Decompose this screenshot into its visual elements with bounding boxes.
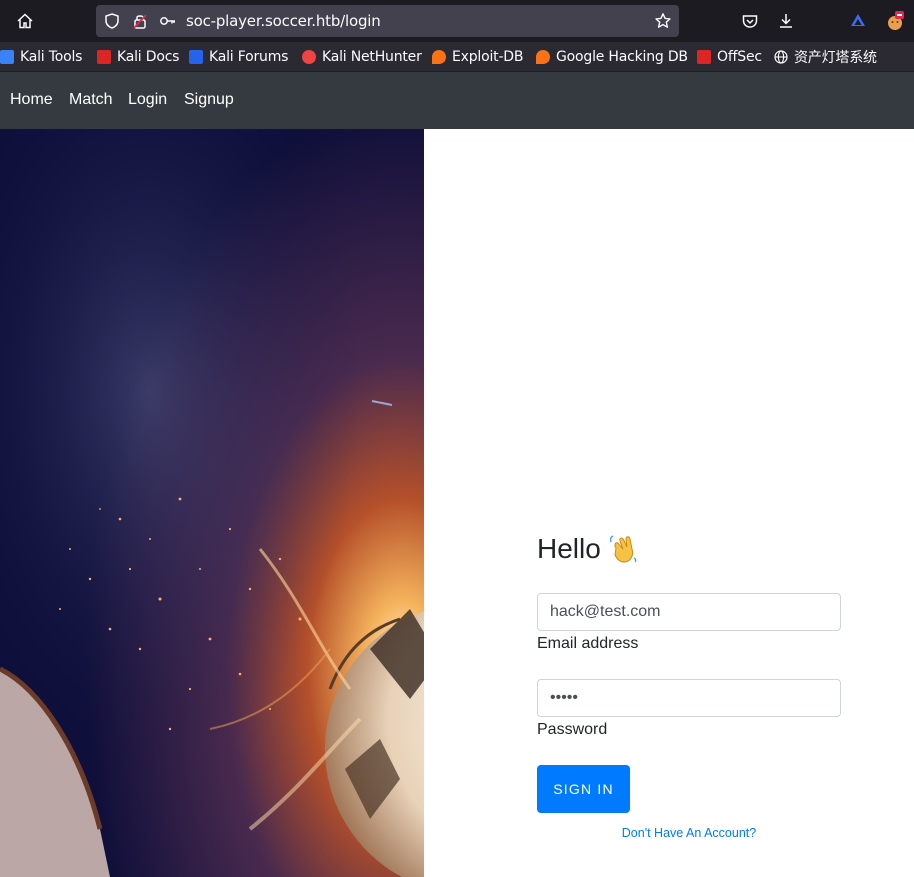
nav-signup[interactable]: Signup	[184, 91, 234, 109]
bookmark-label: Kali Forums	[209, 49, 289, 65]
bookmark-label: Google Hacking DB	[556, 49, 688, 65]
bookmark-label: Kali NetHunter	[322, 49, 422, 65]
signup-link[interactable]: Don't Have An Account?	[537, 826, 841, 840]
browser-toolbar: soc-player.soccer.htb/login	[0, 0, 914, 42]
nav-match[interactable]: Match	[69, 91, 113, 109]
bookmark-kali-docs[interactable]: Kali Docs	[97, 48, 179, 66]
bookmark-kali-forums[interactable]: Kali Forums	[189, 48, 288, 66]
nav-login[interactable]: Login	[128, 91, 167, 109]
download-icon[interactable]	[774, 9, 798, 33]
password-label: Password	[537, 721, 608, 738]
bookmark-kali-tools[interactable]: Kali Tools	[0, 48, 82, 66]
site-navbar: Home Match Login Signup	[0, 72, 914, 129]
bookmark-kali-nethunter[interactable]: Kali NetHunter	[302, 48, 422, 66]
key-icon[interactable]	[156, 9, 180, 33]
star-icon[interactable]	[651, 9, 675, 33]
password-input[interactable]	[537, 679, 841, 717]
sign-in-button[interactable]: SIGN IN	[537, 765, 630, 813]
nethunter-icon	[302, 50, 316, 64]
profile-icon[interactable]	[883, 9, 907, 33]
nav-home[interactable]: Home	[10, 91, 53, 109]
kali-docs-icon	[97, 50, 111, 64]
exploit-db-icon	[432, 50, 446, 64]
home-icon[interactable]	[13, 9, 37, 33]
email-input[interactable]	[537, 593, 841, 631]
url-text[interactable]: soc-player.soccer.htb/login	[186, 12, 381, 30]
bookmark-label: Kali Tools	[20, 49, 83, 65]
bookmark-label: OffSec	[717, 49, 762, 65]
waving-hand-icon	[608, 534, 638, 564]
shield-icon[interactable]	[100, 9, 124, 33]
offsec-icon	[697, 50, 711, 64]
bookmark-exploit-db[interactable]: Exploit-DB	[432, 48, 523, 66]
hero-image	[0, 129, 424, 877]
bookmark-google-hacking-db[interactable]: Google Hacking DB	[536, 48, 688, 66]
extension-icon[interactable]	[846, 9, 870, 33]
ghdb-icon	[536, 50, 550, 64]
login-greeting: Hello	[537, 533, 638, 565]
greeting-text: Hello	[537, 533, 601, 564]
bookmark-label: 资产灯塔系统	[794, 50, 877, 66]
bookmark-label: Kali Docs	[117, 49, 180, 65]
bookmark-label: Exploit-DB	[452, 49, 524, 65]
url-bar[interactable]: soc-player.soccer.htb/login	[96, 5, 679, 37]
pocket-icon[interactable]	[738, 9, 762, 33]
bookmarks-bar: Kali Tools Kali Docs Kali Forums Kali Ne…	[0, 42, 914, 72]
insecure-lock-icon[interactable]	[128, 9, 152, 33]
bookmark-asset-system[interactable]: 资产灯塔系统	[774, 48, 877, 66]
globe-icon	[774, 50, 788, 64]
kali-forums-icon	[189, 50, 203, 64]
bookmark-offsec[interactable]: OffSec	[697, 48, 762, 66]
email-label: Email address	[537, 635, 639, 652]
kali-icon	[0, 50, 14, 64]
